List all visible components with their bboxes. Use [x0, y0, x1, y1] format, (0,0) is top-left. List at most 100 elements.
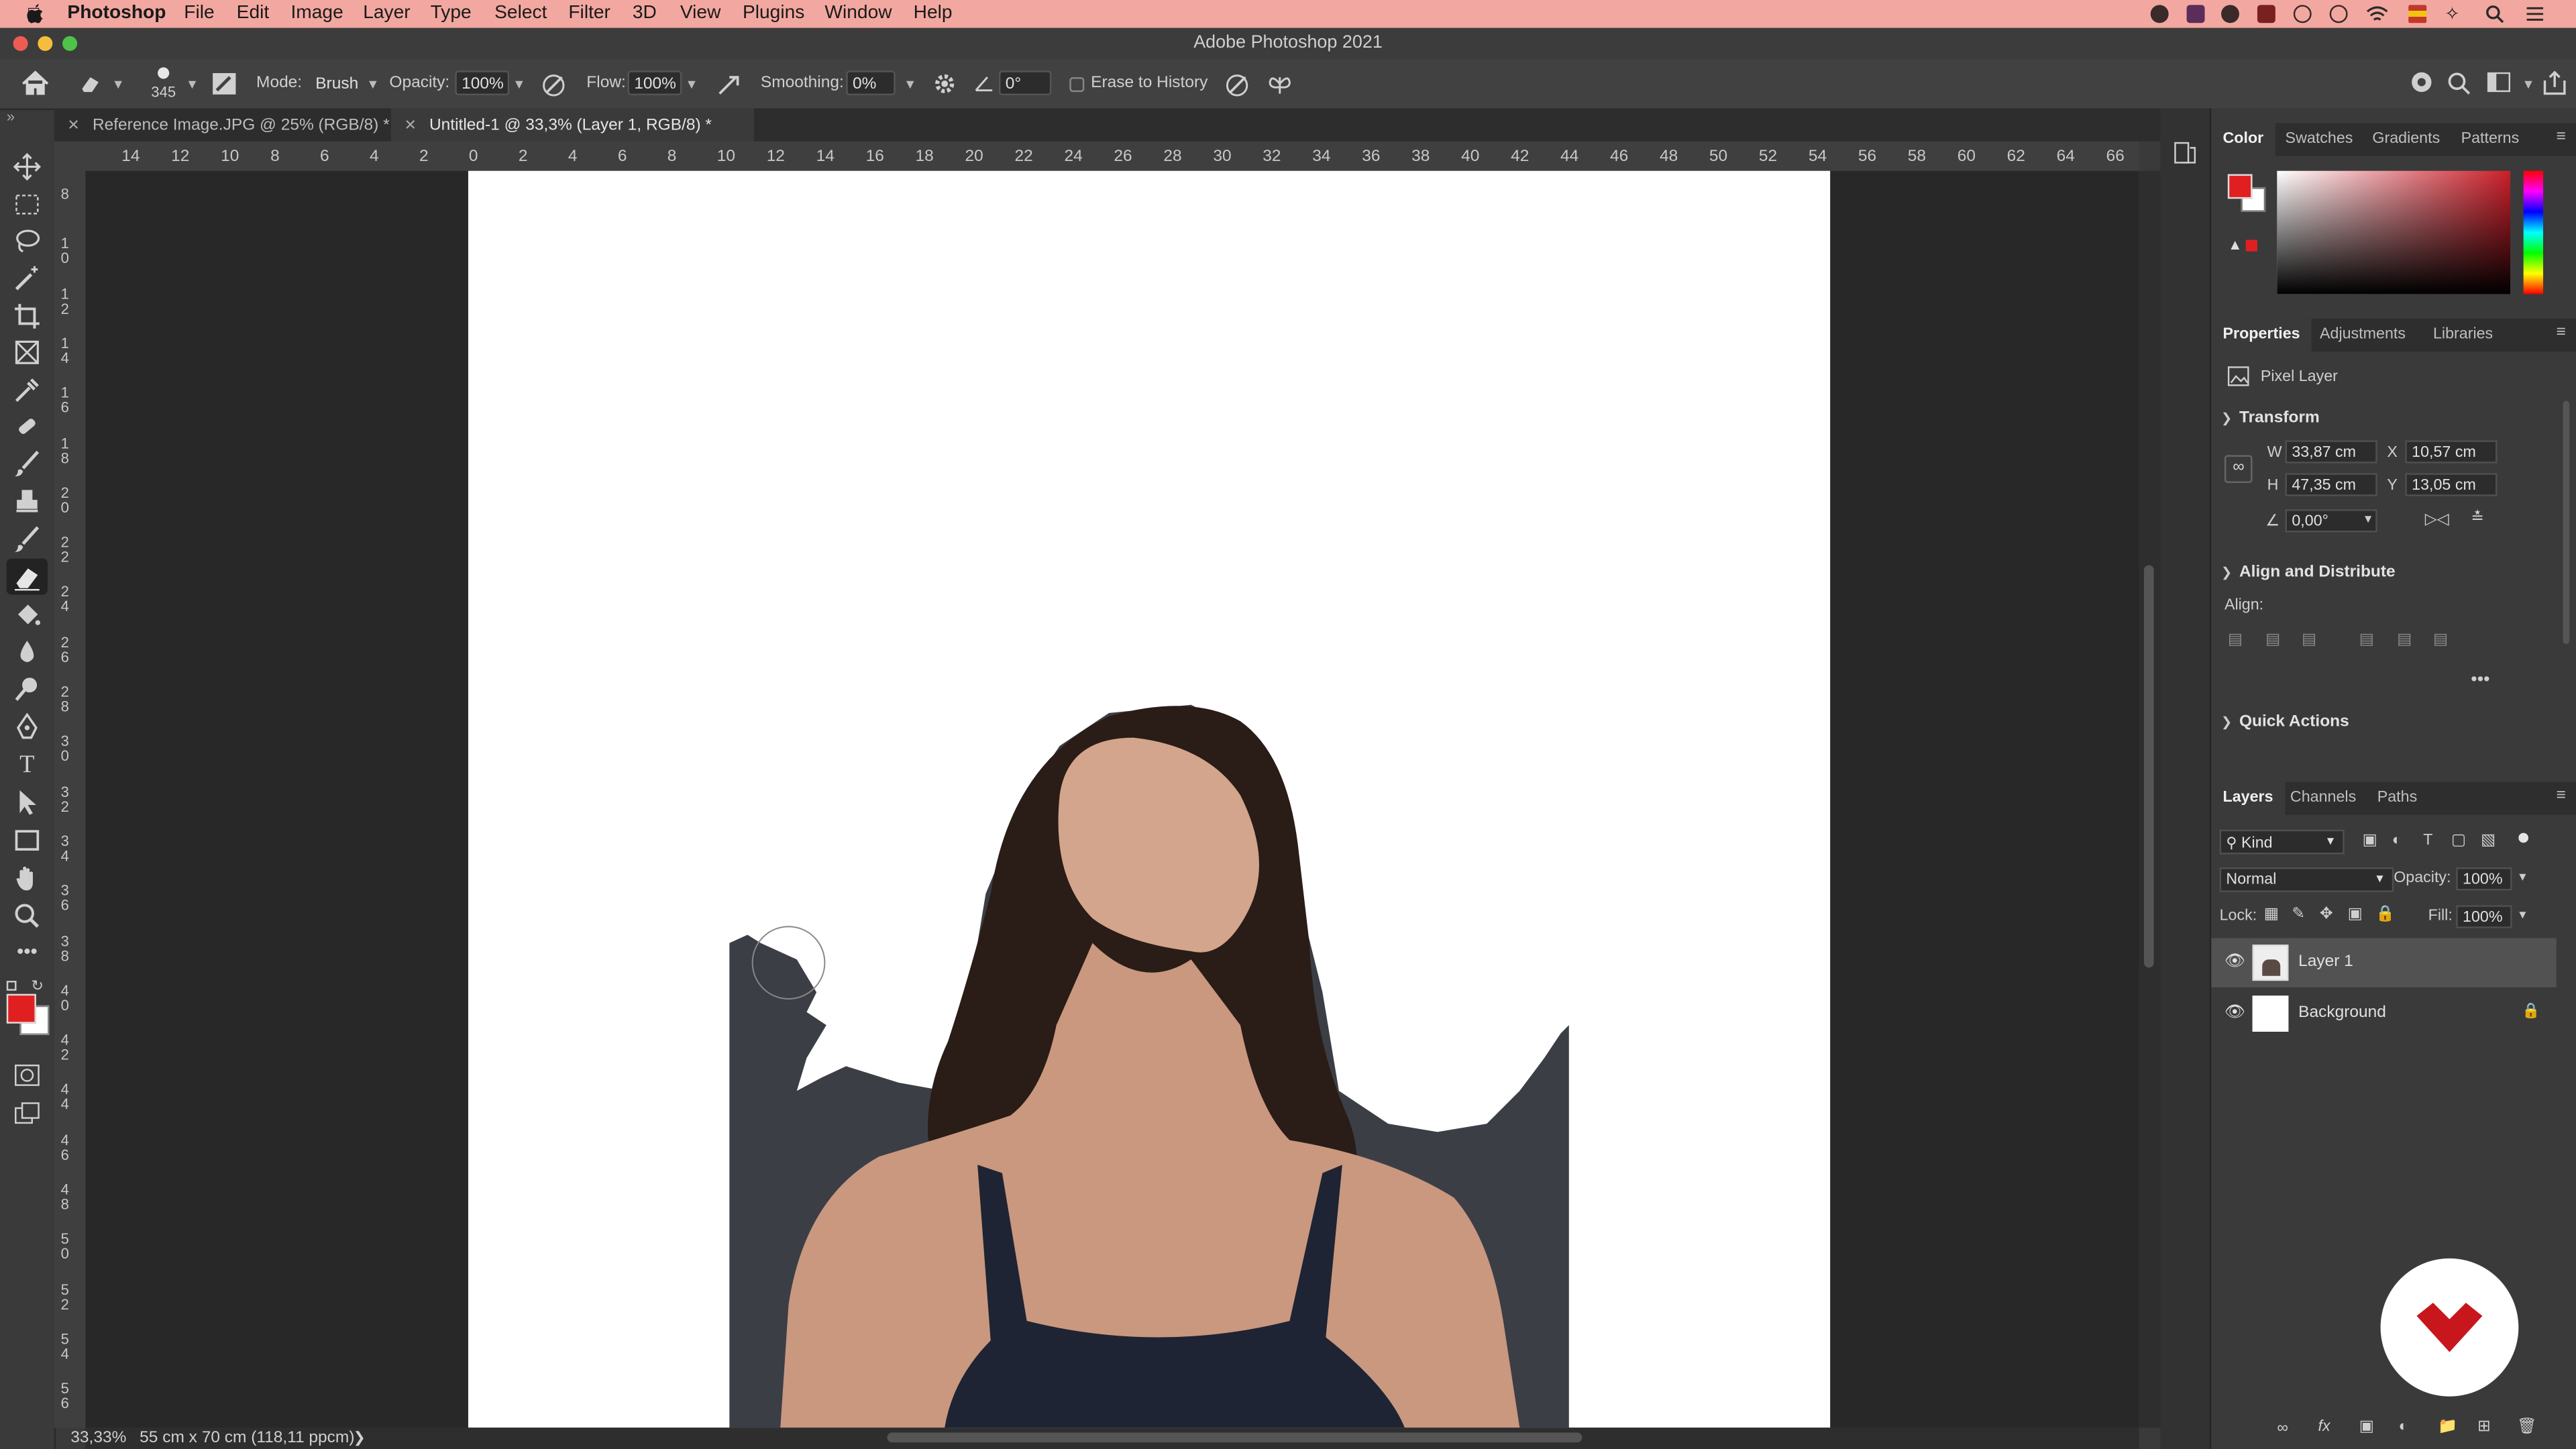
tray-app-icon[interactable] — [2221, 5, 2239, 23]
menu-type[interactable]: Type — [431, 3, 472, 23]
new-layer-icon[interactable]: ⊞ — [2477, 1417, 2491, 1436]
width-input[interactable]: 33,87 cm — [2285, 440, 2377, 464]
screen-mode-icon[interactable] — [13, 1099, 42, 1127]
zoom-window-button[interactable] — [62, 36, 78, 51]
marquee-tool-icon[interactable] — [13, 191, 42, 219]
airbrush-icon[interactable] — [716, 72, 743, 97]
opacity-input[interactable]: 100% — [455, 70, 510, 96]
vertical-scrollbar[interactable] — [2139, 170, 2161, 1428]
filter-shape-layers-icon[interactable]: ▢ — [2451, 831, 2466, 849]
new-adjustment-layer-icon[interactable]: ◐ — [2399, 1417, 2408, 1436]
menu-window[interactable]: Window — [824, 3, 892, 23]
menu-app-name[interactable]: Photoshop — [67, 3, 166, 23]
brush-tip-icon[interactable] — [158, 67, 170, 79]
zoom-level[interactable]: 33,33% — [70, 1430, 126, 1448]
link-dimensions-button[interactable]: ∞ — [2224, 455, 2253, 484]
align-left-edges-icon[interactable]: ▤ — [2228, 631, 2243, 649]
zoom-tool-icon[interactable] — [13, 902, 42, 930]
more-tools-icon[interactable]: ••• — [13, 938, 42, 966]
close-tab-icon[interactable]: ✕ — [404, 117, 416, 133]
clone-stamp-tool-icon[interactable] — [13, 488, 42, 516]
blur-tool-icon[interactable] — [13, 637, 42, 665]
tab-gradients[interactable]: Gradients — [2361, 123, 2451, 156]
tab-adjustments[interactable]: Adjustments — [2308, 319, 2417, 352]
pressure-size-icon[interactable] — [1224, 72, 1250, 97]
document-canvas[interactable] — [468, 170, 1831, 1428]
dodge-tool-icon[interactable] — [13, 676, 42, 704]
more-options-icon[interactable]: ••• — [2471, 670, 2489, 690]
align-vertical-centers-icon[interactable]: ▤ — [2397, 631, 2412, 649]
chevron-down-icon[interactable]: ▼ — [112, 77, 125, 92]
tab-reference-image[interactable]: ✕ Reference Image.JPG @ 25% (RGB/8) * — [54, 109, 405, 142]
chevron-down-icon[interactable]: ▼ — [366, 77, 379, 92]
layer-opacity-input[interactable]: 100% — [2456, 867, 2512, 891]
fill-input[interactable]: 100% — [2456, 905, 2512, 928]
healing-brush-tool-icon[interactable] — [13, 413, 42, 441]
color-field[interactable] — [2277, 170, 2511, 294]
align-distribute-section-title[interactable]: Align and Distribute — [2239, 564, 2396, 582]
brush-tool-icon[interactable] — [13, 450, 42, 478]
quick-mask-icon[interactable] — [13, 1061, 42, 1089]
control-center-icon[interactable] — [2525, 5, 2544, 23]
status-menu-arrow-icon[interactable]: ❯ — [354, 1430, 366, 1448]
chevron-down-icon[interactable]: ❯ — [2221, 411, 2232, 425]
brush-angle-input[interactable]: 0° — [998, 70, 1052, 96]
frame-tool-icon[interactable] — [13, 338, 42, 366]
panel-menu-icon[interactable]: ≡ — [2557, 323, 2566, 341]
wifi-icon[interactable] — [2366, 5, 2389, 23]
filter-toggle-icon[interactable] — [2518, 833, 2529, 843]
chevron-down-icon[interactable]: ▼ — [2522, 77, 2534, 92]
hand-tool-icon[interactable] — [13, 864, 42, 892]
tab-libraries[interactable]: Libraries — [2422, 319, 2505, 352]
brush-settings-panel-icon[interactable] — [212, 72, 237, 95]
tray-app-icon[interactable] — [2150, 5, 2169, 23]
expand-toolbar-icon[interactable]: » — [7, 109, 15, 125]
tab-channels[interactable]: Channels — [2279, 782, 2368, 815]
link-layers-icon[interactable]: ∞ — [2277, 1419, 2288, 1438]
lock-image-pixels-icon[interactable]: ✎ — [2292, 905, 2305, 923]
flow-input[interactable]: 100% — [627, 70, 682, 96]
lasso-tool-icon[interactable] — [13, 227, 42, 255]
tab-color[interactable]: Color — [2211, 123, 2275, 156]
move-tool-icon[interactable] — [13, 152, 42, 181]
lock-all-icon[interactable]: 🔒 — [2375, 905, 2395, 923]
x-input[interactable]: 10,57 cm — [2405, 440, 2498, 464]
filter-adjustment-layers-icon[interactable]: ◐ — [2392, 831, 2402, 849]
rectangle-tool-icon[interactable] — [13, 826, 42, 855]
menu-plugins[interactable]: Plugins — [743, 3, 804, 23]
flag-icon[interactable] — [2408, 5, 2427, 23]
foreground-color-swatch[interactable] — [6, 994, 36, 1024]
menu-image[interactable]: Image — [290, 3, 343, 23]
close-window-button[interactable] — [13, 36, 28, 51]
tray-app-icon[interactable] — [2186, 5, 2205, 23]
chevron-down-icon[interactable]: ▼ — [513, 77, 525, 92]
menu-select[interactable]: Select — [494, 3, 547, 23]
crop-tool-icon[interactable] — [13, 303, 42, 331]
search-icon[interactable] — [2448, 72, 2471, 95]
horizontal-scroll-thumb[interactable] — [887, 1432, 1582, 1443]
add-mask-icon[interactable]: ▣ — [2359, 1417, 2374, 1436]
vertical-scroll-thumb[interactable] — [2143, 565, 2154, 968]
eye-visibility-icon[interactable]: 👁 — [2224, 1004, 2245, 1022]
tray-app-icon[interactable] — [2293, 5, 2312, 23]
gear-icon[interactable] — [933, 72, 956, 95]
close-tab-icon[interactable]: ✕ — [67, 117, 79, 133]
paint-bucket-tool-icon[interactable] — [13, 601, 42, 629]
menu-file[interactable]: File — [184, 3, 214, 23]
layer-1-image[interactable] — [468, 171, 1830, 1428]
menu-layer[interactable]: Layer — [363, 3, 410, 23]
layer-row-background[interactable]: 👁 Background 🔒 — [2211, 989, 2556, 1038]
flip-horizontal-icon[interactable]: ▷◁ — [2425, 511, 2449, 529]
panel-menu-icon[interactable]: ≡ — [2557, 787, 2566, 805]
chevron-down-icon[interactable]: ▼ — [685, 77, 698, 92]
tab-swatches[interactable]: Swatches — [2273, 123, 2364, 156]
out-of-gamut-warning-icon[interactable]: ▲ — [2228, 237, 2243, 253]
tab-properties[interactable]: Properties — [2211, 319, 2312, 352]
type-tool-icon[interactable]: T — [13, 753, 42, 781]
properties-scroll-thumb[interactable] — [2563, 400, 2570, 645]
lock-transparent-pixels-icon[interactable]: ▦ — [2264, 905, 2279, 923]
delete-layer-icon[interactable]: 🗑 — [2517, 1417, 2537, 1436]
brush-size-value[interactable]: 345 — [151, 84, 176, 100]
magic-wand-tool-icon[interactable] — [13, 264, 42, 292]
erase-to-history-checkbox[interactable] — [1069, 77, 1085, 93]
